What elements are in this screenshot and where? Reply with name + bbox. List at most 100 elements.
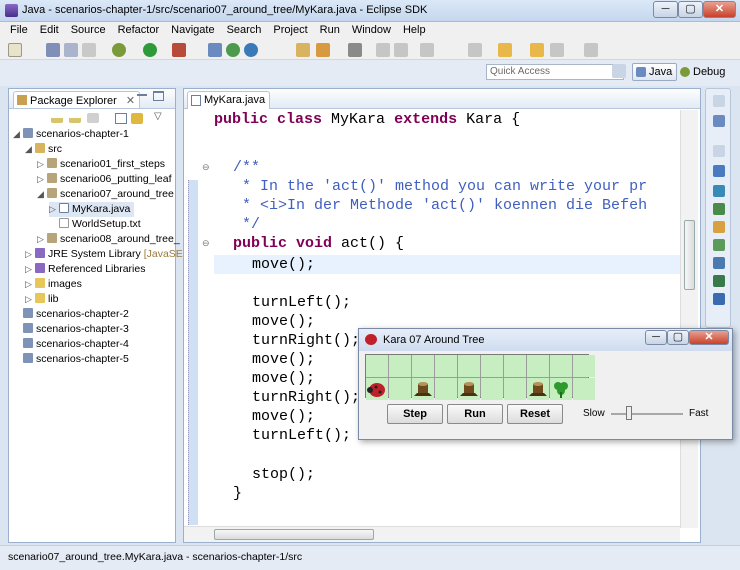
- menu-refactor[interactable]: Refactor: [112, 22, 166, 40]
- javadoc-icon[interactable]: [713, 185, 725, 197]
- print-icon[interactable]: [82, 43, 96, 57]
- menu-window[interactable]: Window: [346, 22, 397, 40]
- horizontal-scrollbar[interactable]: [184, 526, 680, 542]
- collapse-chevron-icon[interactable]: ▷: [25, 292, 35, 307]
- run-button[interactable]: Run: [447, 404, 503, 424]
- tree-item-jre[interactable]: ▷ JRE System Library [JavaSE-1: [25, 247, 192, 262]
- external-icon[interactable]: [584, 43, 598, 57]
- collapse-chevron-icon[interactable]: ▷: [37, 172, 47, 187]
- minimize-view-icon[interactable]: [137, 93, 147, 96]
- declaration-icon[interactable]: [713, 203, 725, 215]
- tree-item-scenarios-chapter-2[interactable]: scenarios-chapter-2: [23, 307, 129, 322]
- fold-icon[interactable]: ⊖: [202, 162, 210, 173]
- show-whitespace-icon[interactable]: [394, 43, 408, 57]
- quick-access-input[interactable]: Quick Access: [486, 64, 624, 80]
- save-icon[interactable]: [46, 43, 60, 57]
- last-edit-icon[interactable]: [550, 43, 564, 57]
- tree-item-scenarios-chapter-1[interactable]: ◢ scenarios-chapter-1: [13, 127, 129, 142]
- scrollbar-thumb[interactable]: [214, 529, 374, 540]
- back-icon[interactable]: [498, 43, 512, 57]
- tree-item-referenced-libraries[interactable]: ▷ Referenced Libraries: [25, 262, 145, 277]
- speed-slider[interactable]: [611, 413, 683, 415]
- back-nav-icon[interactable]: [51, 113, 63, 123]
- next-annotation-icon[interactable]: [376, 43, 390, 57]
- outline-icon[interactable]: [713, 115, 725, 127]
- speed-slider-thumb[interactable]: [626, 406, 632, 420]
- run-icon[interactable]: [143, 43, 157, 57]
- close-view-icon[interactable]: ✕: [126, 95, 135, 107]
- restore-icon[interactable]: [713, 145, 725, 157]
- menu-edit[interactable]: Edit: [34, 22, 65, 40]
- tree-item-scenario07[interactable]: ◢ scenario07_around_tree: [37, 187, 174, 202]
- toggle-mark-icon[interactable]: [348, 43, 362, 57]
- fold-icon[interactable]: ⊖: [202, 238, 210, 249]
- tab-package-explorer[interactable]: Package Explorer ✕: [13, 91, 141, 108]
- view-menu-icon[interactable]: ▽: [154, 111, 162, 122]
- maximize-view-icon[interactable]: [153, 91, 164, 101]
- tab-mykara-java[interactable]: MyKara.java: [187, 91, 271, 109]
- menu-project[interactable]: Project: [267, 22, 313, 40]
- tree-item-scenario08[interactable]: ▷ scenario08_around_tree_: [37, 232, 180, 247]
- forward-icon[interactable]: [530, 43, 544, 57]
- tree-item-images[interactable]: ▷ images: [25, 277, 82, 292]
- minimize-button[interactable]: ─: [653, 1, 678, 18]
- collapse-chevron-icon[interactable]: ▷: [25, 247, 35, 262]
- kara-minimize-button[interactable]: ─: [645, 330, 667, 345]
- tree-item-scenarios-chapter-4[interactable]: scenarios-chapter-4: [23, 337, 129, 352]
- menu-help[interactable]: Help: [397, 22, 432, 40]
- collapse-chevron-icon[interactable]: ▷: [49, 202, 59, 217]
- new-icon[interactable]: [8, 43, 22, 57]
- collapse-chevron-icon[interactable]: ▷: [25, 277, 35, 292]
- menu-source[interactable]: Source: [65, 22, 112, 40]
- search-icon[interactable]: [316, 43, 330, 57]
- tree-item-scenario01[interactable]: ▷ scenario01_first_steps: [37, 157, 165, 172]
- tree-item-src[interactable]: ◢ src: [25, 142, 62, 157]
- java-perspective-button[interactable]: Java: [632, 63, 678, 81]
- link-editor-icon[interactable]: [131, 113, 143, 124]
- close-button[interactable]: ✕: [703, 1, 736, 18]
- expand-chevron-icon[interactable]: ◢: [25, 142, 35, 157]
- collapse-chevron-icon[interactable]: ▷: [25, 262, 35, 277]
- expand-chevron-icon[interactable]: ◢: [13, 127, 23, 142]
- kara-maximize-button[interactable]: ▢: [667, 330, 689, 345]
- block-selection-icon[interactable]: [420, 43, 434, 57]
- problems-icon[interactable]: [713, 165, 725, 177]
- tasks-icon[interactable]: [713, 275, 725, 287]
- console-icon[interactable]: [713, 239, 725, 251]
- tree-item-scenarios-chapter-3[interactable]: scenarios-chapter-3: [23, 322, 129, 337]
- forward-nav-icon[interactable]: [69, 113, 81, 123]
- scrollbar-thumb[interactable]: [684, 220, 695, 290]
- tree-item-lib[interactable]: ▷ lib: [25, 292, 59, 307]
- up-nav-icon[interactable]: [87, 113, 99, 123]
- expand-chevron-icon[interactable]: ◢: [37, 187, 47, 202]
- progress-icon[interactable]: [713, 257, 725, 269]
- new-java-project-icon[interactable]: [208, 43, 222, 57]
- menu-run[interactable]: Run: [314, 22, 346, 40]
- vertical-scrollbar[interactable]: [680, 110, 698, 528]
- reset-button[interactable]: Reset: [507, 404, 563, 424]
- collapse-chevron-icon[interactable]: ▷: [37, 157, 47, 172]
- tree-item-scenario06[interactable]: ▷ scenario06_putting_leaf: [37, 172, 172, 187]
- code-area[interactable]: ⊖ ⊖ public class MyKara extends Kara { /…: [184, 110, 680, 528]
- open-type-icon[interactable]: [296, 43, 310, 57]
- tree-item-scenarios-chapter-5[interactable]: scenarios-chapter-5: [23, 352, 129, 367]
- menu-search[interactable]: Search: [221, 22, 268, 40]
- restore-icon[interactable]: [713, 95, 725, 107]
- menu-navigate[interactable]: Navigate: [165, 22, 220, 40]
- debug-perspective-button[interactable]: Debug: [676, 63, 730, 81]
- debug-icon[interactable]: [112, 43, 126, 57]
- external-tools-icon[interactable]: [172, 43, 186, 57]
- tree-item-worldsetup[interactable]: WorldSetup.txt: [59, 217, 141, 232]
- kara-close-button[interactable]: ✕: [689, 330, 729, 345]
- menu-file[interactable]: File: [4, 22, 34, 40]
- collapse-chevron-icon[interactable]: ▷: [37, 232, 47, 247]
- history-icon[interactable]: [713, 293, 725, 305]
- step-button[interactable]: Step: [387, 404, 443, 424]
- pin-editor-icon[interactable]: [468, 43, 482, 57]
- maximize-button[interactable]: ▢: [678, 1, 703, 18]
- save-all-icon[interactable]: [64, 43, 78, 57]
- new-class-icon[interactable]: [244, 43, 258, 57]
- tree-item-mykara-java[interactable]: ▷ MyKara.java: [49, 202, 135, 217]
- collapse-all-icon[interactable]: [115, 113, 127, 124]
- open-perspective-icon[interactable]: [612, 64, 626, 78]
